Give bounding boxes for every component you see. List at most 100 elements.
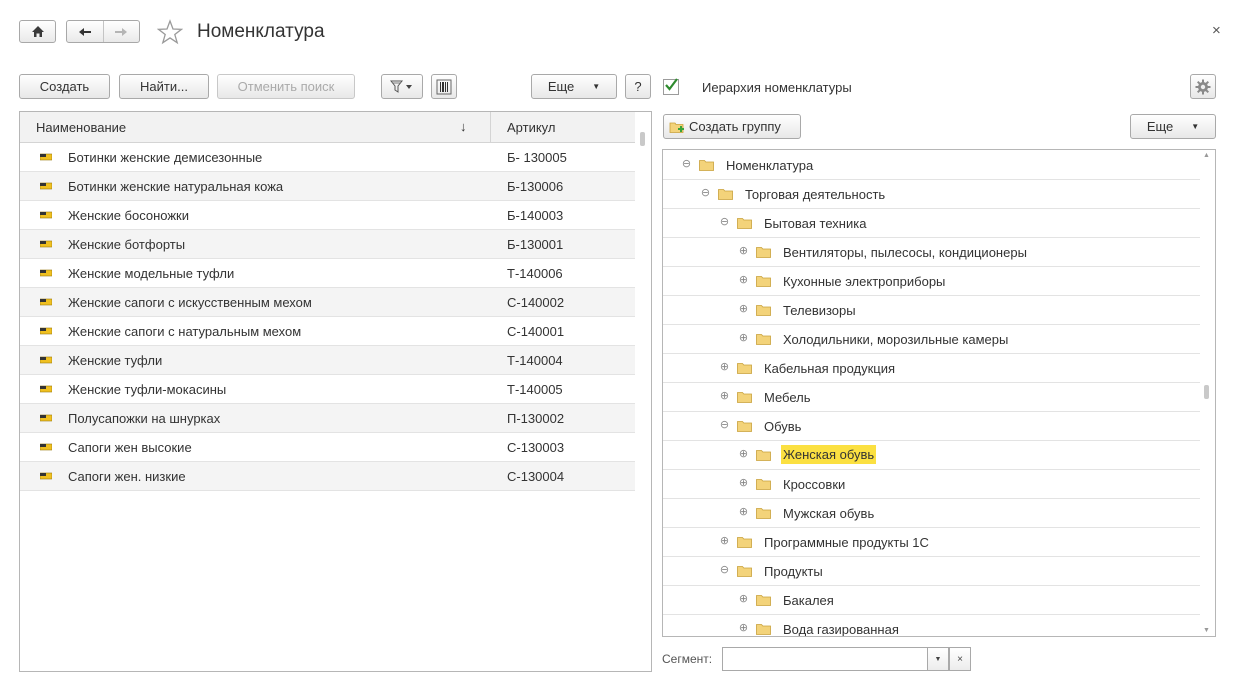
sort-arrow-icon: ↓ bbox=[460, 119, 467, 134]
table-row[interactable]: Женские сапоги с искусственным мехом С-14… bbox=[20, 288, 635, 317]
tree-node[interactable]: ⊕ Мебель bbox=[663, 383, 1200, 412]
item-name: Женские сапоги с натуральным мехом bbox=[68, 324, 302, 339]
table-row[interactable]: Сапоги жен высокие С-130003 bbox=[20, 433, 635, 462]
tree-node-label: Кроссовки bbox=[783, 477, 846, 492]
table-row[interactable]: Женские сапоги с натуральным мехом С-1400… bbox=[20, 317, 635, 346]
tree-node[interactable]: ⊕ Кроссовки bbox=[663, 470, 1200, 499]
segment-dropdown-button[interactable]: ▼ bbox=[927, 647, 949, 671]
tree-node-label: Мужская обувь bbox=[783, 506, 875, 521]
create-group-button[interactable]: Создать группу bbox=[663, 114, 801, 139]
item-article: Б-140003 bbox=[507, 208, 564, 223]
close-button[interactable]: × bbox=[1212, 22, 1221, 39]
column-header-article[interactable]: Артикул bbox=[507, 120, 555, 135]
create-group-label: Создать группу bbox=[689, 119, 781, 134]
table-row[interactable]: Женские модельные туфли Т-140006 bbox=[20, 259, 635, 288]
chevron-down-icon: ▼ bbox=[934, 655, 942, 663]
more-button-left[interactable]: Еще ▼ bbox=[531, 74, 617, 99]
hierarchy-checkbox[interactable] bbox=[663, 78, 679, 95]
home-button[interactable] bbox=[19, 20, 56, 43]
item-article: Б-130006 bbox=[507, 179, 564, 194]
help-button[interactable]: ? bbox=[625, 74, 651, 99]
more-button-right[interactable]: Еще ▼ bbox=[1130, 114, 1216, 139]
tree-node[interactable]: ⊕ Телевизоры bbox=[663, 296, 1200, 325]
collapse-toggle-icon[interactable]: ⊖ bbox=[719, 420, 730, 431]
item-article: С-140001 bbox=[507, 324, 565, 339]
table-header: Наименование ↓ Артикул bbox=[20, 112, 635, 143]
tree-node[interactable]: ⊕ Кабельная продукция bbox=[663, 354, 1200, 383]
table-row[interactable]: Ботинки женские демисезонные Б- 130005 bbox=[20, 143, 635, 172]
item-name: Ботинки женские демисезонные bbox=[68, 150, 263, 165]
tree-scrollbar[interactable]: ▲ ▼ bbox=[1199, 150, 1215, 636]
tree-node[interactable]: ⊕ Вентиляторы, пылесосы, кондиционеры bbox=[663, 238, 1200, 267]
expand-toggle-icon[interactable]: ⊕ bbox=[719, 536, 730, 547]
forward-button[interactable] bbox=[102, 21, 140, 42]
folder-icon bbox=[756, 334, 771, 345]
expand-toggle-icon[interactable]: ⊕ bbox=[738, 304, 749, 315]
expand-toggle-icon[interactable]: ⊕ bbox=[738, 594, 749, 605]
table-row[interactable]: Сапоги жен. низкие С-130004 bbox=[20, 462, 635, 491]
tree-node[interactable]: ⊕ Кухонные электроприборы bbox=[663, 267, 1200, 296]
tree-node[interactable]: ⊕ Мужская обувь bbox=[663, 499, 1200, 528]
table-row[interactable]: Женские ботфорты Б-130001 bbox=[20, 230, 635, 259]
expand-toggle-icon[interactable]: ⊕ bbox=[738, 449, 749, 460]
tree-node[interactable]: ⊖ Продукты bbox=[663, 557, 1200, 586]
item-name: Женские модельные туфли bbox=[68, 266, 235, 281]
expand-toggle-icon[interactable]: ⊕ bbox=[738, 275, 749, 286]
tree-node[interactable]: ⊖ Бытовая техника bbox=[663, 209, 1200, 238]
tree-node[interactable]: ⊖ Торговая деятельность bbox=[663, 180, 1200, 209]
folder-icon bbox=[737, 537, 752, 548]
hierarchy-checkbox-label[interactable]: Иерархия номенклатуры bbox=[702, 80, 852, 95]
tree-node[interactable]: ⊕ Бакалея bbox=[663, 586, 1200, 615]
folder-icon bbox=[756, 247, 771, 258]
back-button[interactable] bbox=[67, 21, 103, 42]
scrollbar-thumb[interactable] bbox=[640, 132, 645, 146]
folder-icon bbox=[737, 218, 752, 229]
tree-node[interactable]: ⊖ Обувь bbox=[663, 412, 1200, 441]
segment-input[interactable] bbox=[722, 647, 928, 671]
table-row[interactable]: Женские босоножки Б-140003 bbox=[20, 201, 635, 230]
scroll-down-icon[interactable]: ▼ bbox=[1203, 627, 1210, 634]
segment-clear-button[interactable]: × bbox=[949, 647, 971, 671]
filter-button[interactable] bbox=[381, 74, 423, 99]
tree-node[interactable]: ⊕ Холодильники, морозильные камеры bbox=[663, 325, 1200, 354]
collapse-toggle-icon[interactable]: ⊖ bbox=[719, 565, 730, 576]
tree-node-label: Вентиляторы, пылесосы, кондиционеры bbox=[783, 245, 1027, 260]
table-row[interactable]: Женские туфли-мокасины Т-140005 bbox=[20, 375, 635, 404]
item-icon bbox=[40, 153, 52, 161]
tree-node[interactable]: ⊕ Вода газированная bbox=[663, 615, 1200, 636]
item-icon bbox=[40, 356, 52, 364]
folder-icon bbox=[756, 450, 771, 461]
table-row[interactable]: Женские туфли Т-140004 bbox=[20, 346, 635, 375]
collapse-toggle-icon[interactable]: ⊖ bbox=[719, 217, 730, 228]
settings-button[interactable] bbox=[1190, 74, 1216, 99]
star-icon[interactable] bbox=[157, 19, 183, 45]
folder-icon bbox=[756, 276, 771, 287]
tree-node-label: Кабельная продукция bbox=[764, 361, 896, 376]
expand-toggle-icon[interactable]: ⊕ bbox=[738, 623, 749, 634]
tree-node[interactable]: ⊕ Программные продукты 1С bbox=[663, 528, 1200, 557]
expand-toggle-icon[interactable]: ⊕ bbox=[738, 507, 749, 518]
tree-node[interactable]: ⊕ Женская обувь bbox=[663, 441, 1200, 470]
expand-toggle-icon[interactable]: ⊕ bbox=[738, 478, 749, 489]
expand-toggle-icon[interactable]: ⊕ bbox=[738, 246, 749, 257]
expand-toggle-icon[interactable]: ⊕ bbox=[719, 391, 730, 402]
list-scrollbar[interactable] bbox=[635, 112, 651, 671]
item-icon bbox=[40, 327, 52, 335]
table-row[interactable]: Ботинки женские натуральная кожа Б-130006 bbox=[20, 172, 635, 201]
barcode-button[interactable] bbox=[431, 74, 457, 99]
table-row[interactable]: Полусапожки на шнурках П-130002 bbox=[20, 404, 635, 433]
item-name: Сапоги жен. низкие bbox=[68, 469, 186, 484]
expand-toggle-icon[interactable]: ⊕ bbox=[738, 333, 749, 344]
column-header-name[interactable]: Наименование bbox=[36, 120, 126, 135]
collapse-toggle-icon[interactable]: ⊖ bbox=[700, 188, 711, 199]
collapse-toggle-icon[interactable]: ⊖ bbox=[681, 159, 692, 170]
folder-icon bbox=[756, 624, 771, 635]
scroll-up-icon[interactable]: ▲ bbox=[1203, 152, 1210, 159]
find-button[interactable]: Найти... bbox=[119, 74, 209, 99]
cancel-search-button[interactable]: Отменить поиск bbox=[217, 74, 355, 99]
item-article: Б- 130005 bbox=[507, 150, 567, 165]
expand-toggle-icon[interactable]: ⊕ bbox=[719, 362, 730, 373]
tree-node[interactable]: ⊖ Номенклатура bbox=[663, 151, 1200, 180]
create-button[interactable]: Создать bbox=[19, 74, 110, 99]
scrollbar-thumb[interactable] bbox=[1204, 385, 1209, 399]
